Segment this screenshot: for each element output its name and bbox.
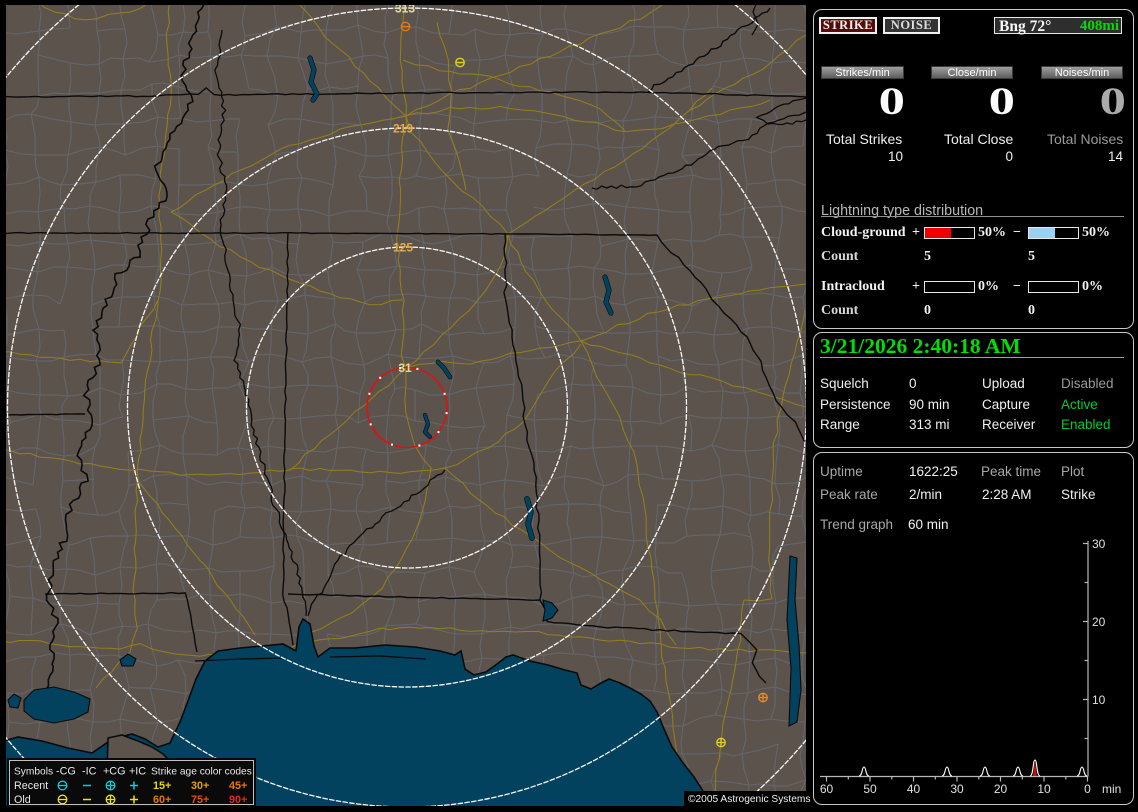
svg-text:15+: 15+ xyxy=(153,780,171,792)
svg-text:313: 313 xyxy=(395,5,415,16)
svg-text:20: 20 xyxy=(994,782,1008,796)
svg-text:125: 125 xyxy=(393,241,413,255)
svg-text:60+: 60+ xyxy=(153,794,171,804)
svg-text:31: 31 xyxy=(398,361,412,375)
svg-text:+CG: +CG xyxy=(103,766,126,778)
svg-text:50: 50 xyxy=(863,782,877,796)
svg-text:-IC: -IC xyxy=(82,766,97,778)
svg-text:Old: Old xyxy=(14,794,31,804)
svg-text:75+: 75+ xyxy=(191,794,209,804)
svg-text:Recent: Recent xyxy=(14,780,48,792)
svg-text:90+: 90+ xyxy=(229,794,247,804)
svg-text:20: 20 xyxy=(1092,615,1106,629)
svg-text:40: 40 xyxy=(907,782,921,796)
svg-text:10: 10 xyxy=(1037,782,1051,796)
svg-text:-CG: -CG xyxy=(56,766,76,778)
svg-text:30: 30 xyxy=(1092,537,1106,551)
svg-text:0: 0 xyxy=(1084,782,1091,796)
svg-text:219: 219 xyxy=(393,122,413,136)
svg-text:+IC: +IC xyxy=(129,766,146,778)
svg-text:min: min xyxy=(1102,782,1121,796)
svg-text:45+: 45+ xyxy=(229,780,247,792)
svg-text:10: 10 xyxy=(1092,693,1106,707)
svg-text:Symbols: Symbols xyxy=(14,767,53,778)
svg-text:30+: 30+ xyxy=(191,780,209,792)
svg-text:Strike age color codes: Strike age color codes xyxy=(151,767,252,778)
svg-text:30: 30 xyxy=(950,782,964,796)
svg-text:60: 60 xyxy=(820,782,834,796)
